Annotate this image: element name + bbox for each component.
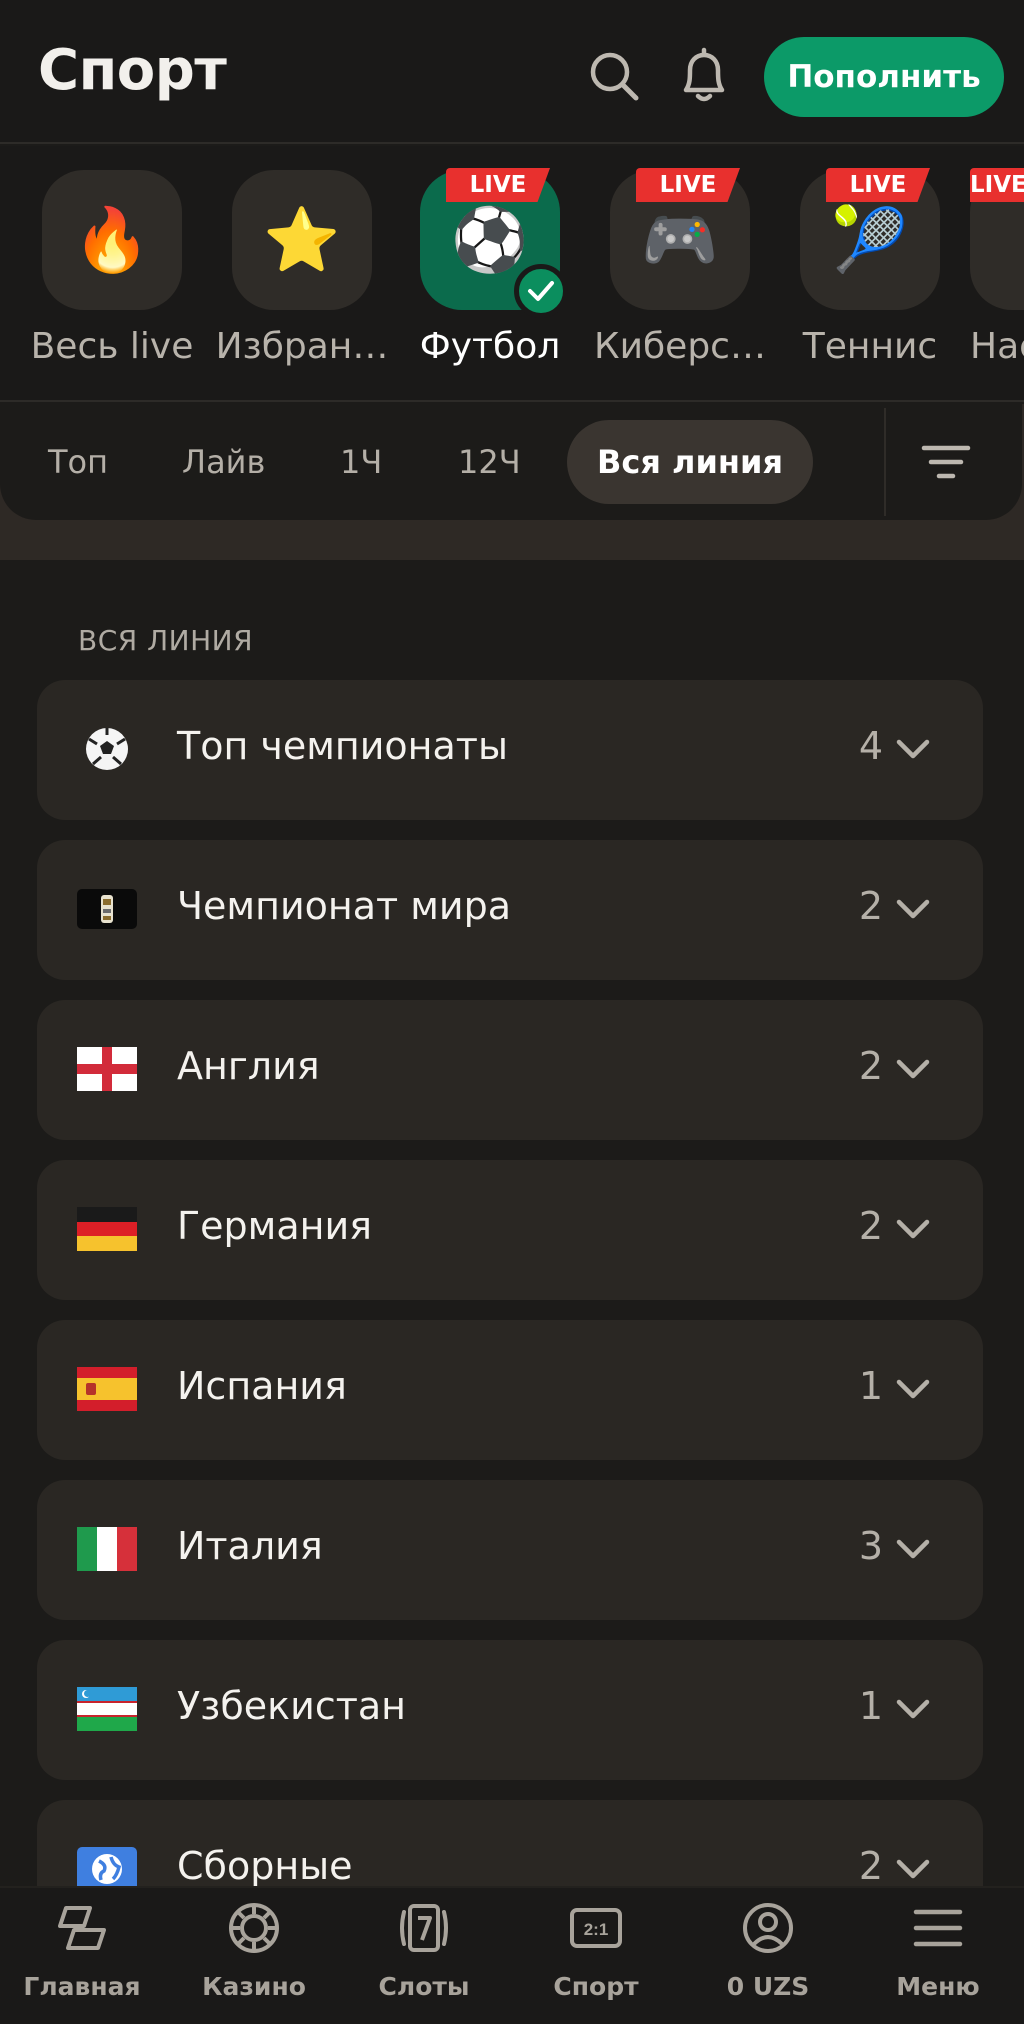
chevron-down-icon: [896, 1219, 930, 1239]
nav-label: Главная: [23, 1972, 141, 2001]
menu-icon: [913, 1909, 963, 1947]
filter-bar-wrapper: Топ Лайв 1Ч 12Ч Вся линия: [0, 404, 1024, 560]
slots-icon: [400, 1904, 448, 1952]
league-count: 2: [858, 1844, 883, 1888]
league-row[interactable]: Чемпионат мира 2: [37, 840, 983, 980]
league-label: Топ чемпионаты: [177, 724, 508, 768]
sport-item-label: Весь live: [30, 326, 194, 367]
sport-item-favorites[interactable]: ⭐ Избран…: [212, 170, 392, 367]
nav-label: Слоты: [378, 1972, 470, 2001]
league-row[interactable]: Топ чемпионаты 4: [37, 680, 983, 820]
league-count: 2: [858, 1044, 883, 1088]
account-icon: [743, 1903, 793, 1953]
live-badge: LIVE: [446, 168, 550, 202]
tab-1h[interactable]: 1Ч: [340, 420, 382, 504]
search-icon[interactable]: [586, 44, 642, 106]
league-label: Италия: [177, 1524, 323, 1568]
soccer-ball-icon: [86, 728, 128, 770]
fire-icon: 🔥: [42, 170, 182, 310]
germany-flag-icon: [77, 1207, 137, 1251]
divider: [884, 408, 886, 516]
tennis-ball-icon: 🎾 LIVE: [800, 168, 940, 310]
league-label: Сборные: [177, 1844, 353, 1888]
sport-item-label: Теннис: [802, 326, 938, 367]
tab-live[interactable]: Лайв: [182, 420, 265, 504]
live-badge: LIVE: [826, 168, 930, 202]
league-row[interactable]: Узбекистан 1: [37, 1640, 983, 1780]
league-label: Германия: [177, 1204, 373, 1248]
league-row[interactable]: Германия 2: [37, 1160, 983, 1300]
sport-item-label: Киберс…: [594, 326, 766, 367]
live-badge: LIVE: [636, 168, 740, 202]
chevron-down-icon: [896, 1379, 930, 1399]
nav-sport[interactable]: 2:1 Спорт: [526, 1900, 666, 2001]
tab-all-line[interactable]: Вся линия: [567, 420, 813, 504]
sport-item-tennis[interactable]: 🎾 LIVE Теннис: [780, 168, 960, 367]
league-label: Чемпионат мира: [177, 884, 512, 928]
chevron-down-icon: [896, 1539, 930, 1559]
sport-item-football[interactable]: ⚽ LIVE Футбол: [400, 168, 580, 367]
svg-text:2:1: 2:1: [584, 1920, 609, 1939]
casino-chip-icon: [229, 1903, 279, 1953]
league-label: Узбекистан: [177, 1684, 406, 1728]
chevron-down-icon: [896, 899, 930, 919]
nav-label: Казино: [202, 1972, 306, 2001]
star-icon: ⭐: [232, 170, 372, 310]
home-icon: [58, 1906, 106, 1950]
league-count: 2: [858, 884, 883, 928]
nav-label: Меню: [896, 1972, 980, 2001]
checkmark-icon: [514, 264, 568, 318]
uzbekistan-flag-icon: [77, 1687, 137, 1731]
bottom-navigation: Главная Казино Слоты 2:1 Спорт 0 UZS Мен…: [0, 1886, 1024, 2024]
soccer-ball-icon: ⚽ LIVE: [420, 168, 568, 318]
nav-home[interactable]: Главная: [12, 1900, 152, 2001]
nav-label: 0 UZS: [726, 1972, 810, 2001]
sport-item-partial[interactable]: LIVE Нас: [970, 168, 1024, 367]
chevron-down-icon: [896, 739, 930, 759]
bell-icon[interactable]: [676, 44, 732, 106]
league-row[interactable]: Испания 1: [37, 1320, 983, 1460]
world-cup-logo-icon: [77, 889, 137, 929]
tab-12h[interactable]: 12Ч: [458, 420, 521, 504]
filter-bar: Топ Лайв 1Ч 12Ч Вся линия: [0, 404, 1022, 520]
app-header: Спорт Пополнить: [0, 0, 1024, 144]
italy-flag-icon: [77, 1527, 137, 1571]
league-row[interactable]: Англия 2: [37, 1000, 983, 1140]
filter-icon[interactable]: [918, 434, 974, 490]
gamepad-icon: 🎮 LIVE: [610, 168, 750, 310]
league-count: 2: [858, 1204, 883, 1248]
league-row[interactable]: Италия 3: [37, 1480, 983, 1620]
league-count: 4: [858, 724, 883, 768]
sport-item-label: Футбол: [419, 326, 561, 367]
sport-score-icon: 2:1: [570, 1908, 622, 1948]
sport-item-esports[interactable]: 🎮 LIVE Киберс…: [590, 168, 770, 367]
sport-item-all-live[interactable]: 🔥 Весь live: [22, 170, 202, 367]
topup-button[interactable]: Пополнить: [764, 37, 1004, 117]
league-label: Англия: [177, 1044, 320, 1088]
globe-icon: [77, 1847, 137, 1891]
chevron-down-icon: [896, 1059, 930, 1079]
page-title: Спорт: [38, 38, 227, 103]
nav-label: Спорт: [553, 1972, 639, 2001]
sport-item-label: Нас: [970, 326, 1024, 367]
spain-flag-icon: [77, 1367, 137, 1411]
sport-tile-partial: LIVE: [970, 168, 1024, 310]
sport-carousel: 🔥 Весь live ⭐ Избран… ⚽ LIVE Футбол 🎮 LI…: [0, 146, 1024, 402]
league-count: 1: [858, 1684, 883, 1728]
sport-item-label: Избран…: [215, 326, 389, 367]
live-badge: LIVE: [970, 168, 1024, 202]
league-count: 3: [858, 1524, 883, 1568]
england-flag-icon: [77, 1047, 137, 1091]
nav-account[interactable]: 0 UZS: [698, 1900, 838, 2001]
nav-slots[interactable]: Слоты: [354, 1900, 494, 2001]
section-label: ВСЯ ЛИНИЯ: [78, 624, 254, 657]
nav-casino[interactable]: Казино: [184, 1900, 324, 2001]
chevron-down-icon: [896, 1859, 930, 1879]
chevron-down-icon: [896, 1699, 930, 1719]
league-label: Испания: [177, 1364, 347, 1408]
league-count: 1: [858, 1364, 883, 1408]
nav-menu[interactable]: Меню: [868, 1900, 1008, 2001]
tab-top[interactable]: Топ: [48, 420, 108, 504]
